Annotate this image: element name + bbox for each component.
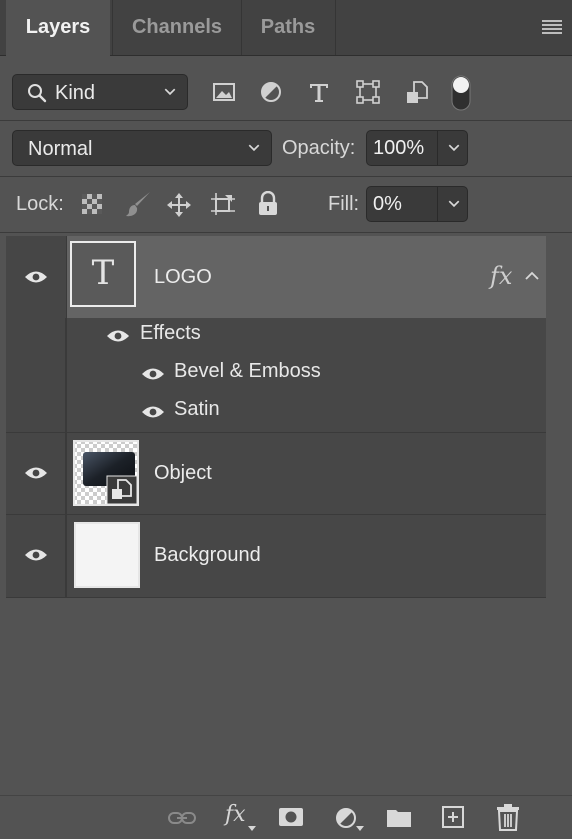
filter-kind-label: Kind xyxy=(55,82,96,104)
divider xyxy=(0,120,572,121)
image-filter-icon[interactable] xyxy=(212,80,236,104)
layer-thumbnail-background[interactable] xyxy=(74,522,140,588)
type-filter-icon[interactable] xyxy=(307,80,331,104)
effect-satin[interactable]: Satin xyxy=(174,398,220,421)
scrollbar-track[interactable] xyxy=(546,236,572,598)
search-icon xyxy=(28,84,47,103)
opacity-value: 100% xyxy=(373,137,425,159)
layer-thumbnail-text[interactable]: T xyxy=(70,241,136,307)
collapse-effects-chevron-icon[interactable] xyxy=(524,270,540,282)
new-adjustment-icon[interactable] xyxy=(334,806,358,830)
lock-position-icon[interactable] xyxy=(166,192,192,218)
chevron-down-icon[interactable] xyxy=(447,131,461,165)
layer-name-background[interactable]: Background xyxy=(154,544,261,567)
chevron-down-icon xyxy=(248,144,260,152)
add-mask-icon[interactable] xyxy=(278,806,304,828)
add-style-icon[interactable]: fx xyxy=(225,802,246,827)
layer-effects-fx-icon[interactable]: fx xyxy=(490,262,512,290)
filter-toggle-icon[interactable] xyxy=(450,74,472,112)
delete-layer-icon[interactable] xyxy=(496,803,520,831)
lock-transparent-pixels-icon[interactable] xyxy=(81,193,103,215)
tab-layers[interactable]: Layers xyxy=(6,0,110,56)
opacity-label: Opacity: xyxy=(282,137,356,159)
chevron-down-icon xyxy=(164,88,176,96)
blend-mode-select[interactable]: Normal xyxy=(12,130,272,166)
layer-name-logo[interactable]: LOGO xyxy=(154,266,212,289)
layer-visibility-eye-icon[interactable] xyxy=(24,548,48,562)
adjustment-filter-icon[interactable] xyxy=(259,80,283,104)
type-layer-icon: T xyxy=(91,253,115,293)
divider xyxy=(0,176,572,177)
divider xyxy=(0,232,572,233)
effects-label[interactable]: Effects xyxy=(140,322,201,345)
tab-bar: Layers Channels Paths xyxy=(0,0,572,56)
link-layers-icon[interactable] xyxy=(167,808,197,828)
fill-field[interactable]: 0% xyxy=(366,186,468,222)
effect-bevel-emboss[interactable]: Bevel & Emboss xyxy=(174,360,321,383)
lock-label: Lock: xyxy=(16,193,64,215)
tab-paths[interactable]: Paths xyxy=(241,0,336,55)
blend-mode-label: Normal xyxy=(28,138,93,160)
caret-down-icon xyxy=(356,826,364,831)
lock-all-icon[interactable] xyxy=(256,191,280,217)
layer-visibility-eye-icon[interactable] xyxy=(24,466,48,480)
layers-panel: Layers Channels Paths Kind Normal Opacit… xyxy=(0,0,572,839)
panel-menu-icon[interactable] xyxy=(542,20,562,34)
chevron-down-icon[interactable] xyxy=(447,187,461,221)
layer-thumbnail-object[interactable] xyxy=(73,440,139,506)
fill-value: 0% xyxy=(373,193,402,215)
opacity-field[interactable]: 100% xyxy=(366,130,468,166)
lock-artboard-icon[interactable] xyxy=(209,191,237,217)
caret-down-icon xyxy=(248,826,256,831)
fill-label: Fill: xyxy=(328,193,360,215)
effect-visibility-eye-icon[interactable] xyxy=(141,405,165,419)
layer-visibility-eye-icon[interactable] xyxy=(24,270,48,284)
new-group-icon[interactable] xyxy=(386,806,412,828)
smart-object-filter-icon[interactable] xyxy=(405,80,431,106)
new-layer-icon[interactable] xyxy=(441,805,465,829)
effect-visibility-eye-icon[interactable] xyxy=(141,367,165,381)
shape-filter-icon[interactable] xyxy=(355,79,381,105)
effects-visibility-eye-icon[interactable] xyxy=(106,329,130,343)
lock-image-pixels-icon[interactable] xyxy=(124,190,152,218)
filter-kind-select[interactable]: Kind xyxy=(12,74,188,110)
layer-name-object[interactable]: Object xyxy=(154,462,212,485)
tab-channels[interactable]: Channels xyxy=(112,0,242,55)
